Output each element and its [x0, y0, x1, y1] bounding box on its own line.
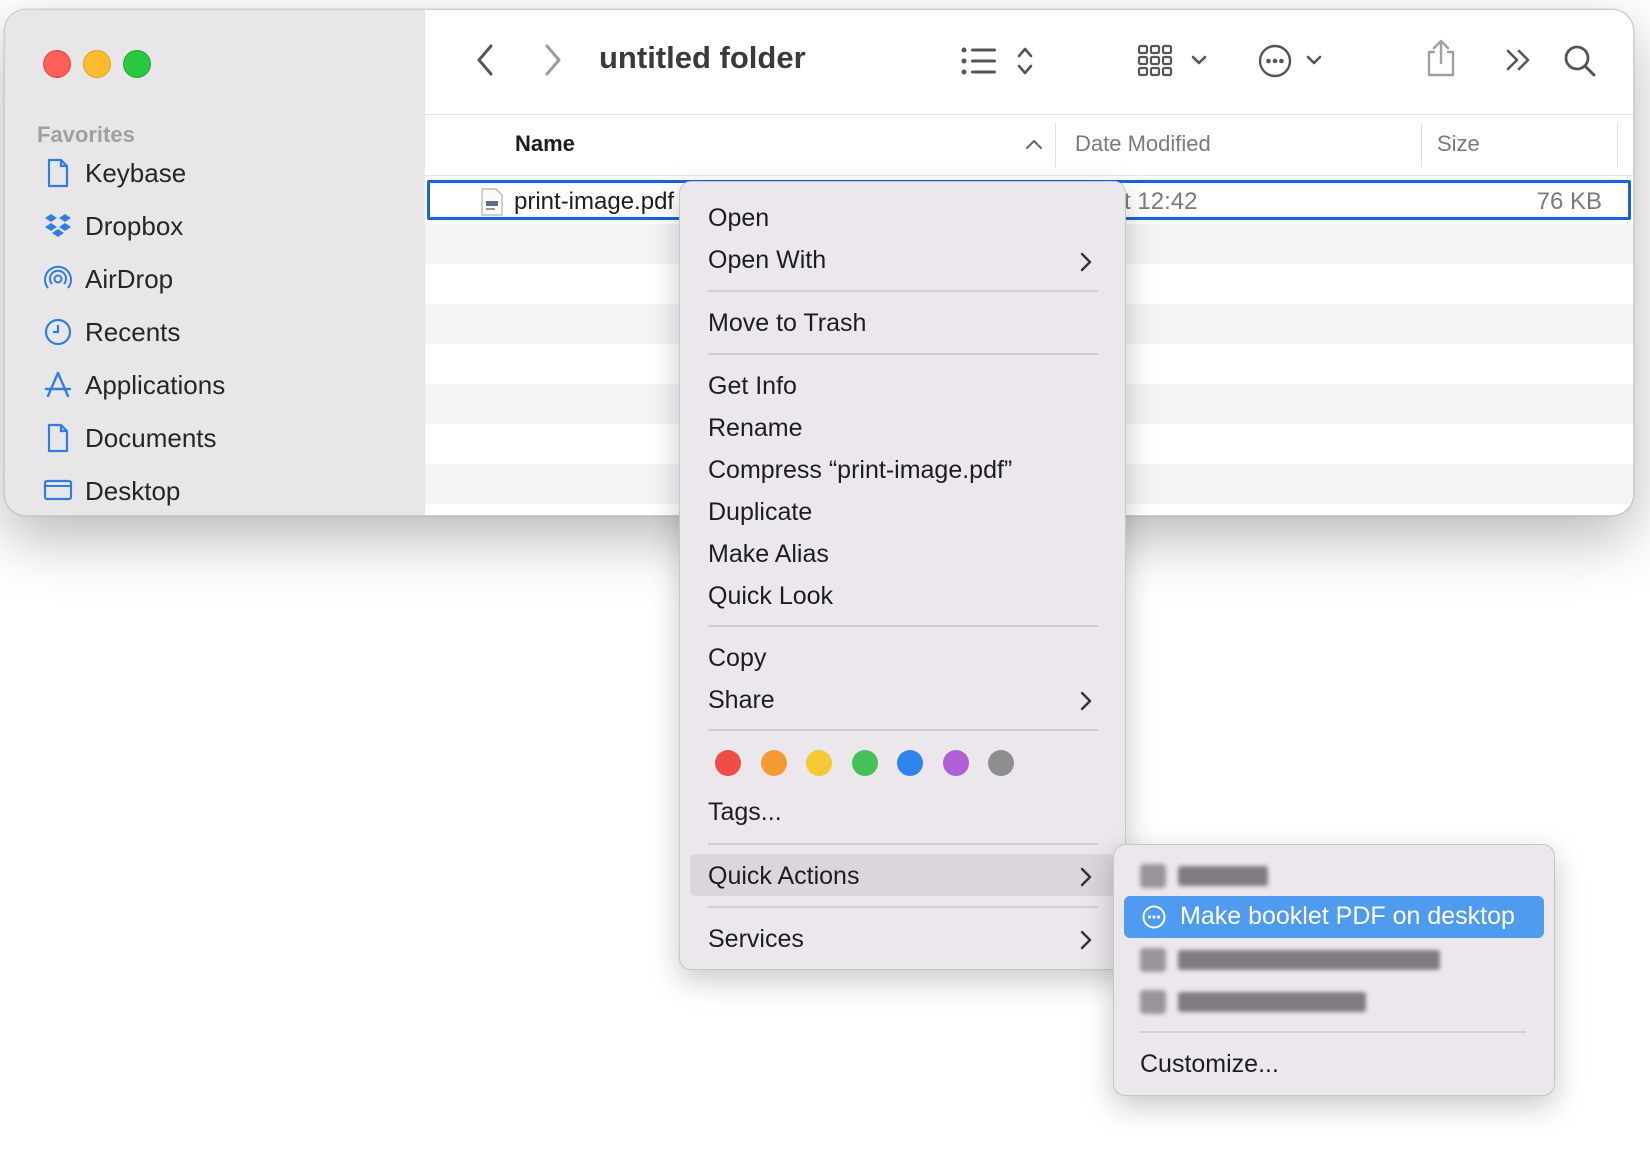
sidebar-item-label: Recents [85, 316, 181, 347]
pdf-file-icon [480, 188, 504, 221]
menu-separator [708, 906, 1098, 908]
tag-purple[interactable] [943, 750, 969, 776]
more-toolbar-items-icon[interactable] [1505, 44, 1533, 76]
tag-red[interactable] [715, 750, 741, 776]
menu-item-share[interactable]: Share [708, 686, 775, 715]
column-divider[interactable] [1055, 123, 1056, 167]
sidebar-item-recents[interactable]: Recents [41, 312, 180, 352]
quick-actions-submenu: Make booklet PDF on desktop Customize... [1113, 844, 1555, 1096]
chevron-right-icon [1080, 867, 1092, 892]
minimize-window-button[interactable] [83, 50, 111, 78]
menu-separator [1140, 1031, 1526, 1033]
sidebar-item-label: Applications [85, 369, 226, 400]
forward-button[interactable] [543, 44, 563, 76]
sidebar-item-applications[interactable]: Applications [41, 365, 225, 405]
sidebar-item-label: Documents [85, 422, 217, 453]
share-icon[interactable] [1425, 38, 1457, 78]
menu-separator [708, 353, 1098, 355]
menu-item-quick-look[interactable]: Quick Look [708, 582, 833, 611]
menu-item-make-alias[interactable]: Make Alias [708, 540, 829, 569]
zoom-window-button[interactable] [123, 50, 151, 78]
column-header: Name Date Modified Size [425, 115, 1633, 176]
file-name: print-image.pdf [514, 188, 675, 215]
menu-separator [708, 625, 1098, 627]
menu-item-services[interactable]: Services [708, 925, 804, 954]
blurred-menu-item[interactable] [1140, 989, 1366, 1015]
column-size[interactable]: Size [1437, 131, 1480, 157]
airdrop-icon [41, 262, 75, 296]
file-size: 76 KB [1536, 188, 1602, 215]
sidebar-item-documents[interactable]: Documents [41, 418, 217, 458]
dropbox-icon [41, 209, 75, 243]
tag-gray[interactable] [988, 750, 1014, 776]
sidebar: Favorites Keybase Dropbox AirDrop Recent… [5, 10, 425, 515]
column-date-modified[interactable]: Date Modified [1075, 131, 1211, 157]
menu-item-compress[interactable]: Compress “print-image.pdf” [708, 456, 1012, 485]
menu-item-copy[interactable]: Copy [708, 644, 766, 673]
menu-item-tags[interactable]: Tags... [708, 798, 782, 827]
column-divider[interactable] [1421, 123, 1422, 167]
sidebar-item-airdrop[interactable]: AirDrop [41, 259, 173, 299]
document-icon [41, 156, 75, 190]
column-name[interactable]: Name [515, 131, 575, 157]
menu-item-move-to-trash[interactable]: Move to Trash [708, 309, 866, 338]
sidebar-item-keybase[interactable]: Keybase [41, 153, 186, 193]
menu-item-rename[interactable]: Rename [708, 414, 803, 443]
menu-item-customize[interactable]: Customize... [1140, 1050, 1279, 1079]
sidebar-item-label: Keybase [85, 157, 187, 188]
sidebar-item-label: Desktop [85, 475, 181, 506]
document-icon [41, 421, 75, 455]
desktop-icon [41, 474, 75, 508]
tag-yellow[interactable] [806, 750, 832, 776]
blurred-menu-item[interactable] [1140, 863, 1268, 889]
applications-icon [41, 368, 75, 402]
sidebar-item-desktop[interactable]: Desktop [41, 471, 180, 511]
menu-item-label: Make booklet PDF on desktop [1180, 902, 1515, 930]
tag-blue[interactable] [897, 750, 923, 776]
chevron-right-icon [1080, 252, 1092, 277]
back-button[interactable] [475, 44, 495, 76]
menu-item-duplicate[interactable]: Duplicate [708, 498, 812, 527]
clock-icon [41, 315, 75, 349]
menu-separator [708, 290, 1098, 292]
sidebar-item-dropbox[interactable]: Dropbox [41, 206, 183, 246]
menu-item-quick-actions[interactable]: Quick Actions [708, 862, 859, 891]
sidebar-heading-favorites: Favorites [37, 122, 135, 147]
chevron-right-icon [1080, 691, 1092, 716]
tag-orange[interactable] [761, 750, 787, 776]
toolbar: untitled folder [425, 10, 1633, 115]
chevron-right-icon [1080, 930, 1092, 955]
list-view-button[interactable] [960, 44, 1034, 78]
ellipsis-circle-icon [1142, 905, 1166, 934]
column-divider[interactable] [1617, 123, 1618, 167]
sidebar-item-label: AirDrop [85, 263, 174, 294]
menu-separator [708, 729, 1098, 731]
action-menu-button[interactable] [1258, 44, 1324, 78]
context-menu: Open Open With Move to Trash Get Info Re… [679, 181, 1126, 970]
search-icon[interactable] [1563, 44, 1597, 78]
window-title: untitled folder [599, 40, 806, 75]
sort-ascending-icon[interactable] [1025, 137, 1043, 155]
group-button[interactable] [1137, 44, 1209, 78]
menu-item-make-booklet-pdf[interactable]: Make booklet PDF on desktop [1124, 896, 1544, 938]
close-window-button[interactable] [43, 50, 71, 78]
menu-item-open-with[interactable]: Open With [708, 246, 826, 275]
blurred-menu-item[interactable] [1140, 947, 1440, 973]
menu-item-open[interactable]: Open [708, 204, 769, 233]
sidebar-item-label: Dropbox [85, 210, 184, 241]
tag-green[interactable] [852, 750, 878, 776]
menu-item-get-info[interactable]: Get Info [708, 372, 797, 401]
menu-separator [708, 843, 1098, 845]
